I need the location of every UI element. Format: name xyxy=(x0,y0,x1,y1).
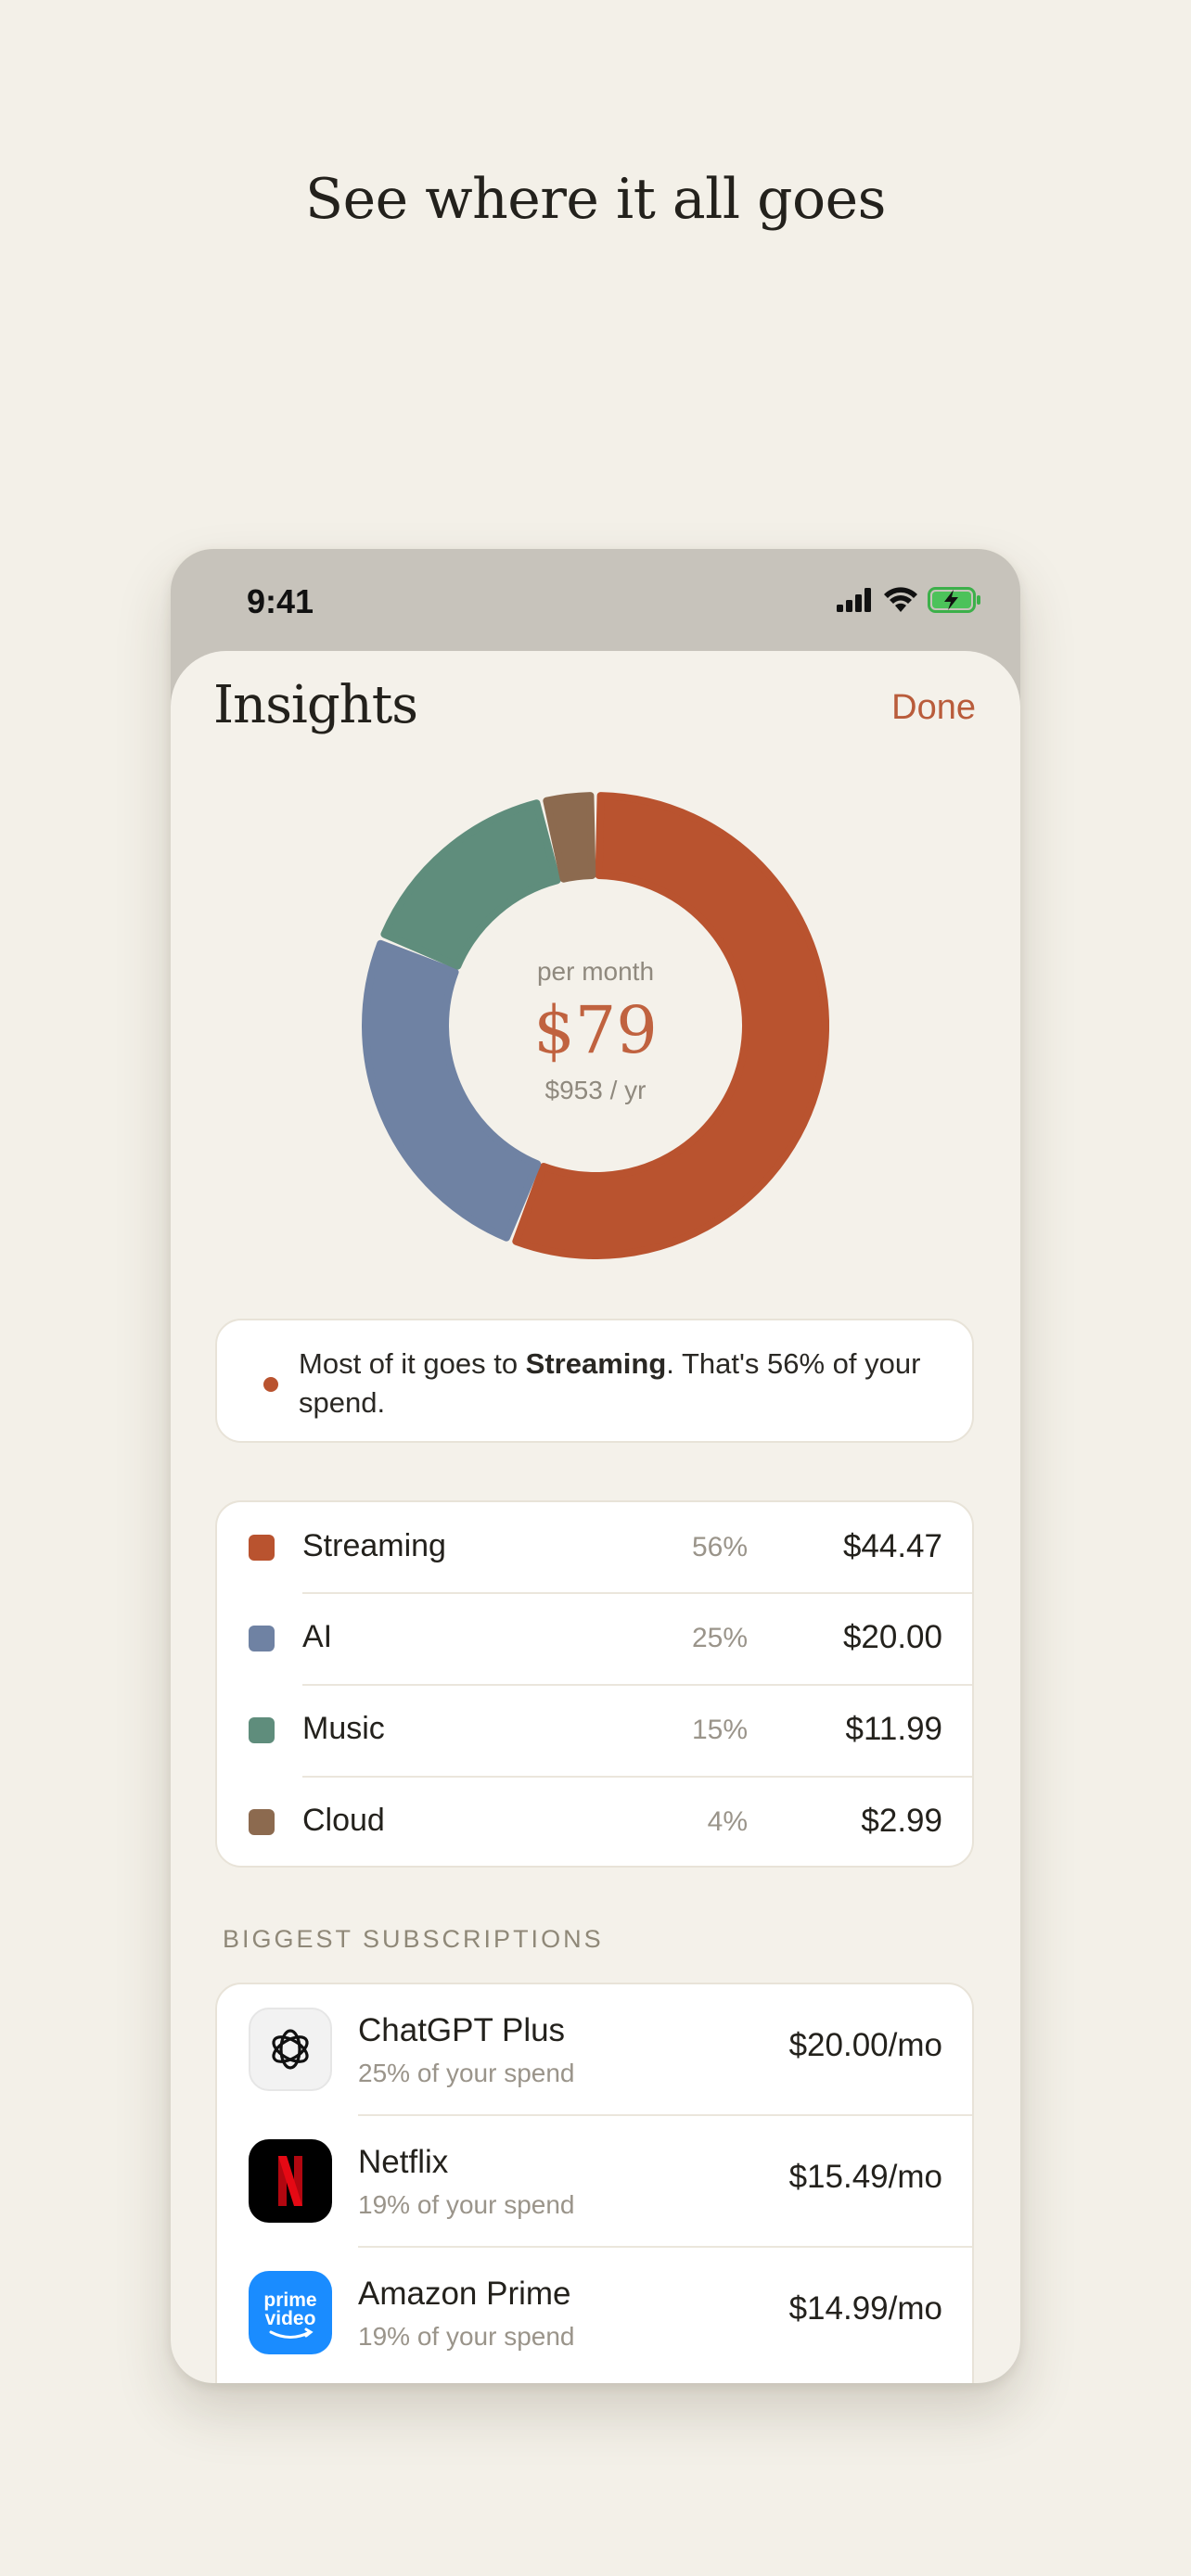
category-swatch xyxy=(249,1535,275,1561)
insight-dot xyxy=(263,1377,278,1392)
subscription-amount: $15.49/mo xyxy=(788,2159,942,2195)
subscription-amount: $20.00/mo xyxy=(788,2027,942,2063)
category-swatch xyxy=(249,1626,275,1651)
openai-logo-icon xyxy=(249,2008,332,2091)
status-bar: 9:41 xyxy=(171,549,1020,651)
insights-sheet: Insights Done per month $79 $953 / yr Mo… xyxy=(171,651,1020,2383)
category-name: Streaming xyxy=(302,1528,446,1563)
battery-charging-icon xyxy=(928,587,980,613)
subscriptions-list: ChatGPT Plus 25% of your spend $20.00/mo… xyxy=(215,1983,974,2383)
section-header-biggest-subscriptions: BIGGEST SUBSCRIPTIONS xyxy=(223,1925,604,1953)
category-amount: $20.00 xyxy=(842,1619,942,1655)
subscription-share: 19% of your spend xyxy=(358,2190,575,2219)
subscription-row-netflix[interactable]: Netflix 19% of your spend $15.49/mo xyxy=(217,2116,976,2248)
category-row-ai[interactable]: AI 25% $20.00 xyxy=(217,1593,976,1684)
category-name: AI xyxy=(302,1619,333,1654)
category-amount: $2.99 xyxy=(861,1803,942,1839)
cellular-signal-icon xyxy=(837,588,871,612)
status-icons xyxy=(837,586,981,614)
insight-card: Most of it goes to Streaming. That's 56%… xyxy=(215,1319,974,1443)
subscription-name: Amazon Prime xyxy=(358,2276,571,2312)
insight-highlight: Streaming xyxy=(525,1347,667,1380)
category-percent: 25% xyxy=(691,1623,748,1653)
category-row-music[interactable]: Music 15% $11.99 xyxy=(217,1685,976,1776)
category-row-streaming[interactable]: Streaming 56% $44.47 xyxy=(217,1502,976,1593)
category-swatch xyxy=(249,1717,275,1743)
wifi-icon xyxy=(884,587,917,612)
prime-video-logo-icon: prime video xyxy=(249,2271,332,2354)
yearly-total: $953 / yr xyxy=(544,1076,647,1104)
subscription-row-amazon-prime[interactable]: prime video Amazon Prime 19% of your spe… xyxy=(217,2248,976,2379)
category-amount: $44.47 xyxy=(842,1528,942,1564)
subscription-amount: $14.99/mo xyxy=(788,2290,942,2327)
page-title: Insights xyxy=(213,675,418,735)
category-name: Cloud xyxy=(302,1803,385,1838)
category-name: Music xyxy=(302,1711,385,1746)
status-time: 9:41 xyxy=(247,582,314,620)
category-row-cloud[interactable]: Cloud 4% $2.99 xyxy=(217,1777,976,1868)
category-percent: 15% xyxy=(691,1715,748,1745)
subscription-name: Netflix xyxy=(358,2144,449,2180)
category-amount: $11.99 xyxy=(845,1711,942,1747)
subscription-row-chatgpt[interactable]: ChatGPT Plus 25% of your spend $20.00/mo xyxy=(217,1984,976,2116)
subscription-name: ChatGPT Plus xyxy=(358,2012,566,2048)
category-percent: 4% xyxy=(707,1806,748,1837)
phone-frame: 9:41 Insights Done per month $79 $953 / … xyxy=(171,549,1020,2383)
monthly-total: $79 xyxy=(533,992,658,1068)
category-breakdown-list: Streaming 56% $44.47 AI 25% $20.00 Music… xyxy=(215,1500,974,1868)
video-logo-text: video xyxy=(265,2308,316,2329)
done-button[interactable]: Done xyxy=(891,688,976,728)
subscription-share: 25% of your spend xyxy=(358,2059,575,2087)
promo-headline: See where it all goes xyxy=(305,167,886,232)
category-percent: 56% xyxy=(691,1532,748,1562)
per-month-label: per month xyxy=(536,957,655,986)
donut-slice-music xyxy=(380,799,561,970)
subscription-share: 19% of your spend xyxy=(358,2322,575,2351)
insight-prefix: Most of it goes to xyxy=(299,1347,526,1380)
insight-text: Most of it goes to Streaming. That's 56%… xyxy=(299,1345,948,1422)
netflix-logo-icon xyxy=(249,2139,332,2223)
category-swatch xyxy=(249,1809,275,1835)
